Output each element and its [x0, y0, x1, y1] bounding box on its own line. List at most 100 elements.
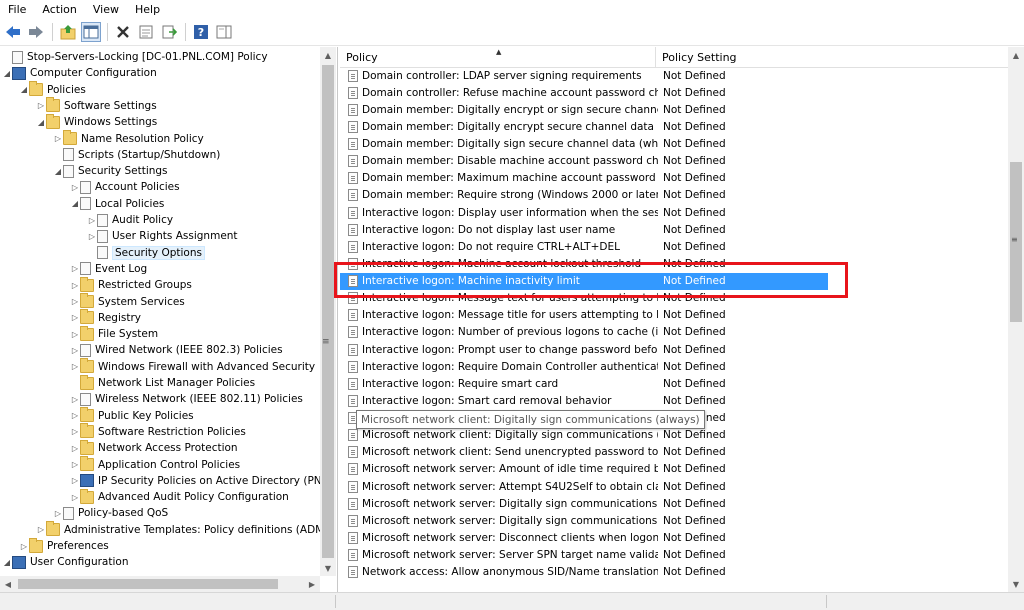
policy-row[interactable]: Microsoft network server: Digitally sign…	[340, 512, 1008, 529]
collapsed-arrow-icon[interactable]: ▷	[70, 261, 80, 277]
scroll-up-icon[interactable]: ▲	[1008, 47, 1024, 63]
policy-row[interactable]: Domain member: Disable machine account p…	[340, 153, 1008, 170]
tree-item[interactable]: ◢ User Configuration	[2, 554, 128, 570]
tree-item[interactable]: ▷ Application Control Policies	[70, 456, 240, 473]
tree-item[interactable]: ▷ System Services	[70, 293, 185, 310]
policy-row[interactable]: Microsoft network client: Digitally sign…	[340, 427, 1008, 444]
menu-view[interactable]: View	[85, 3, 127, 16]
scroll-thumb[interactable]	[18, 579, 278, 589]
help-icon[interactable]: ?	[192, 23, 210, 41]
tree-item[interactable]: ▷ Event Log	[70, 261, 147, 277]
tree-item[interactable]: ▷ Public Key Policies	[70, 407, 194, 424]
tree-item[interactable]: ▷ Windows Firewall with Advanced Security	[70, 358, 315, 375]
menu-help[interactable]: Help	[127, 3, 168, 16]
scroll-down-icon[interactable]: ▼	[320, 560, 336, 576]
collapsed-arrow-icon[interactable]: ▷	[70, 457, 80, 473]
scroll-down-icon[interactable]: ▼	[1008, 576, 1024, 592]
expanded-arrow-icon[interactable]: ◢	[19, 82, 29, 98]
tree-item[interactable]: ◢ Local Policies	[70, 196, 164, 212]
tree-item[interactable]: ▷ IP Security Policies on Active Director…	[70, 473, 320, 489]
collapsed-arrow-icon[interactable]: ▷	[70, 310, 80, 326]
collapsed-arrow-icon[interactable]: ▷	[70, 489, 80, 505]
policy-row[interactable]: Microsoft network client: Send unencrypt…	[340, 444, 1008, 461]
column-header-policy-setting[interactable]: Policy Setting	[656, 47, 1008, 67]
policy-row[interactable]: Interactive logon: Smart card removal be…	[340, 392, 1008, 409]
expanded-arrow-icon[interactable]: ◢	[70, 196, 80, 212]
tree-item[interactable]: ▷ Account Policies	[70, 179, 180, 195]
tree-item[interactable]: ▷ Network Access Protection	[70, 439, 238, 456]
collapsed-arrow-icon[interactable]: ▷	[70, 440, 80, 456]
tree-item[interactable]: ◢ Computer Configuration	[2, 65, 157, 81]
properties-icon[interactable]	[137, 23, 155, 41]
policy-row[interactable]: Microsoft network server: Disconnect cli…	[340, 530, 1008, 547]
collapsed-arrow-icon[interactable]: ▷	[36, 522, 46, 538]
delete-icon[interactable]	[114, 23, 132, 41]
tree-item[interactable]: Scripts (Startup/Shutdown)	[53, 147, 220, 163]
policy-row[interactable]: Microsoft network server: Amount of idle…	[340, 461, 1008, 478]
tree-item[interactable]: ◢ Security Settings	[53, 163, 168, 179]
tree-item[interactable]: ▷ Restricted Groups	[70, 276, 192, 293]
expanded-arrow-icon[interactable]: ◢	[53, 163, 63, 179]
tree-item[interactable]: ▷ User Rights Assignment	[87, 228, 238, 244]
policy-row[interactable]: Interactive logon: Do not require CTRL+A…	[340, 238, 1008, 255]
tree-item[interactable]: ▷ Software Settings	[36, 97, 157, 114]
policy-row[interactable]: Domain member: Maximum machine account p…	[340, 170, 1008, 187]
menu-file[interactable]: File	[0, 3, 34, 16]
collapsed-arrow-icon[interactable]: ▷	[70, 424, 80, 440]
policy-row[interactable]: Network access: Allow anonymous SID/Name…	[340, 564, 1008, 581]
tree-item[interactable]: Stop-Servers-Locking [DC-01.PNL.COM] Pol…	[2, 49, 268, 65]
tree-item[interactable]: Network List Manager Policies	[70, 374, 255, 391]
policy-row[interactable]: Domain controller: LDAP server signing r…	[340, 67, 1008, 84]
collapsed-arrow-icon[interactable]: ▷	[53, 131, 63, 147]
tree-horizontal-scrollbar[interactable]: ◀ ▶	[0, 576, 320, 592]
tree-item[interactable]: ▷ Registry	[70, 309, 141, 326]
policy-row[interactable]: Domain member: Digitally sign secure cha…	[340, 136, 1008, 153]
list-vertical-scrollbar[interactable]: ▲ ≡ ▼	[1008, 47, 1024, 592]
collapsed-arrow-icon[interactable]: ▷	[70, 391, 80, 407]
tree-item[interactable]: ▷ Advanced Audit Policy Configuration	[70, 488, 289, 505]
collapsed-arrow-icon[interactable]: ▷	[70, 473, 80, 489]
show-hide-tree-icon[interactable]	[81, 21, 101, 42]
collapsed-arrow-icon[interactable]: ▷	[53, 505, 63, 521]
column-header-policy[interactable]: Policy ▲	[340, 47, 656, 67]
scroll-left-icon[interactable]: ◀	[0, 576, 16, 592]
policy-row[interactable]: Microsoft network server: Digitally sign…	[340, 495, 1008, 512]
policy-row[interactable]: Interactive logon: Require smart card Not…	[340, 375, 1008, 392]
collapsed-arrow-icon[interactable]: ▷	[70, 294, 80, 310]
collapsed-arrow-icon[interactable]: ▷	[87, 228, 97, 244]
export-list-icon[interactable]	[160, 23, 178, 41]
policy-row[interactable]: Interactive logon: Message title for use…	[340, 307, 1008, 324]
tree-item[interactable]: Security Options	[87, 245, 205, 261]
tree-item[interactable]: ◢ Windows Settings	[36, 113, 157, 130]
tree-item[interactable]: ▷ Name Resolution Policy	[53, 130, 204, 147]
policy-row[interactable]: Domain member: Digitally encrypt or sign…	[340, 101, 1008, 118]
policy-row[interactable]: Domain member: Require strong (Windows 2…	[340, 187, 1008, 204]
policy-row[interactable]: Microsoft network server: Attempt S4U2Se…	[340, 478, 1008, 495]
collapsed-arrow-icon[interactable]: ▷	[70, 359, 80, 375]
scroll-right-icon[interactable]: ▶	[304, 576, 320, 592]
scroll-thumb[interactable]	[322, 65, 334, 558]
collapsed-arrow-icon[interactable]: ▷	[70, 179, 80, 195]
up-folder-icon[interactable]	[59, 23, 77, 41]
expanded-arrow-icon[interactable]: ◢	[2, 554, 12, 570]
policy-row[interactable]: Interactive logon: Require Domain Contro…	[340, 358, 1008, 375]
collapsed-arrow-icon[interactable]: ▷	[36, 98, 46, 114]
policy-row[interactable]: Interactive logon: Number of previous lo…	[340, 324, 1008, 341]
tree-item[interactable]: ▷ Wired Network (IEEE 802.3) Policies	[70, 342, 283, 358]
collapsed-arrow-icon[interactable]: ▷	[70, 326, 80, 342]
policy-row[interactable]: Microsoft network server: Server SPN tar…	[340, 547, 1008, 564]
scroll-up-icon[interactable]: ▲	[320, 47, 336, 63]
menu-action[interactable]: Action	[34, 3, 84, 16]
policy-row[interactable]: Domain member: Digitally encrypt secure …	[340, 118, 1008, 135]
tree-item[interactable]: ▷ Preferences	[19, 537, 109, 554]
collapsed-arrow-icon[interactable]: ▷	[70, 342, 80, 358]
tree-item[interactable]: ▷ Audit Policy	[87, 212, 173, 228]
policy-row[interactable]: Domain controller: Refuse machine accoun…	[340, 84, 1008, 101]
tree-item[interactable]: ▷ Administrative Templates: Policy defini…	[36, 521, 320, 538]
tree-item[interactable]: ◢ Policies	[19, 81, 86, 98]
forward-arrow-icon[interactable]	[27, 23, 45, 41]
collapsed-arrow-icon[interactable]: ▷	[70, 408, 80, 424]
collapsed-arrow-icon[interactable]: ▷	[87, 212, 97, 228]
policy-row[interactable]: Interactive logon: Prompt user to change…	[340, 341, 1008, 358]
back-arrow-icon[interactable]	[4, 23, 22, 41]
